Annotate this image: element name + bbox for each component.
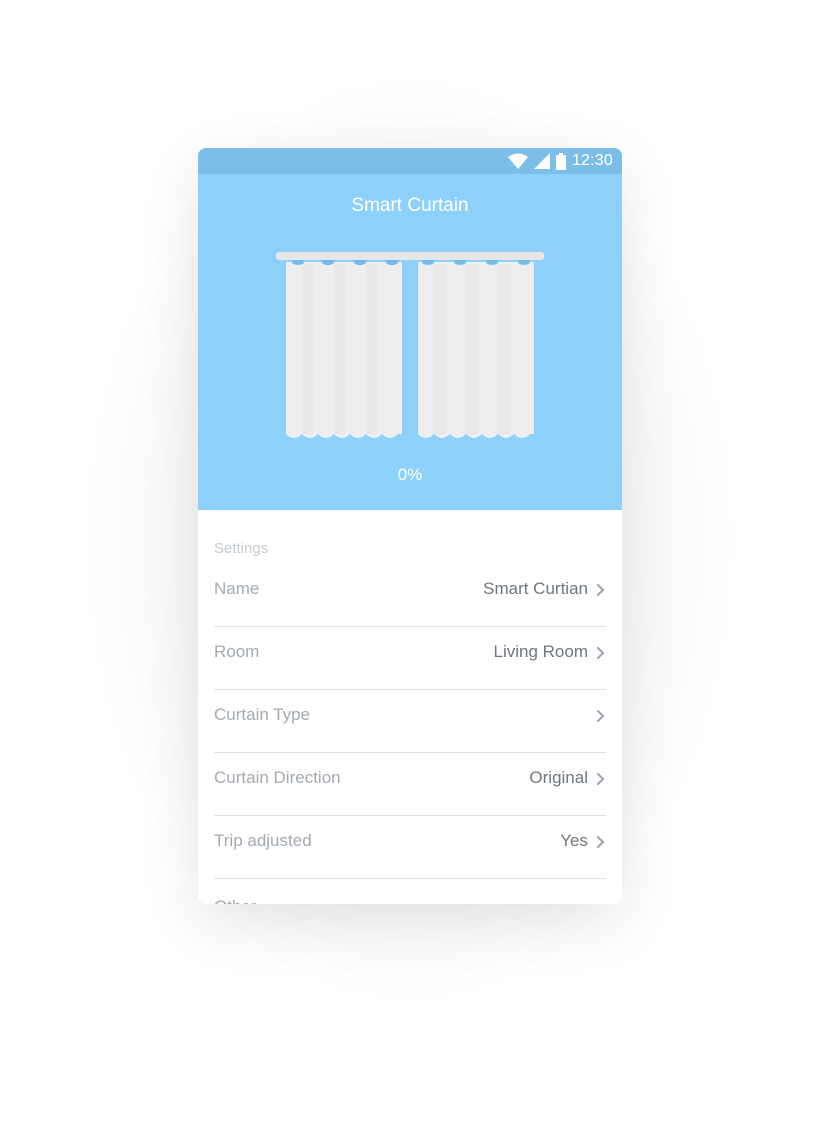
row-label: Curtain Type [214, 705, 311, 724]
open-percentage: 0% [397, 465, 423, 484]
settings-row-partial-label[interactable]: Other [214, 896, 257, 904]
chevron-right-icon [597, 647, 605, 659]
settings-row-curtain-type[interactable]: Curtain Type [214, 690, 606, 753]
battery-icon [555, 152, 566, 170]
status-icons: 12:30 [507, 152, 613, 170]
chevron-right-icon [597, 773, 605, 785]
wifi-icon [507, 153, 528, 169]
settings-row-name[interactable]: Name Smart Curtian [214, 564, 606, 627]
phone-frame: 12:30 Smart Curtain 0% Settings Name Sma… [198, 148, 622, 904]
row-label: Name [214, 579, 260, 598]
settings-row-trip-adjusted[interactable]: Trip adjusted Yes [214, 816, 606, 879]
right-curtain-panel [418, 262, 534, 438]
settings-section: Settings Name Smart Curtian Room Living … [198, 510, 622, 904]
settings-header: Settings [214, 540, 269, 557]
curtain-illustration[interactable] [276, 252, 544, 442]
chevron-right-icon [597, 584, 605, 596]
row-value: Smart Curtian [483, 579, 588, 598]
screen-background: 12:30 Smart Curtain 0% Settings Name Sma… [0, 0, 818, 1148]
status-time: 12:30 [571, 152, 613, 169]
settings-row-room[interactable]: Room Living Room [214, 627, 606, 690]
settings-row-curtain-direction[interactable]: Curtain Direction Original [214, 753, 606, 816]
curtain-control-panel: Smart Curtain 0% [198, 174, 622, 510]
app-title: Smart Curtain [351, 195, 469, 216]
row-value: Living Room [493, 642, 589, 661]
row-value: Original [529, 768, 588, 787]
row-value: Yes [560, 831, 588, 850]
row-label: Room [214, 642, 260, 661]
row-label: Curtain Direction [214, 768, 341, 787]
chevron-right-icon [597, 710, 605, 722]
curtain-rail [276, 252, 544, 260]
row-label: Trip adjusted [214, 831, 312, 850]
status-bar: 12:30 [198, 148, 622, 174]
left-curtain-panel [286, 262, 402, 438]
chevron-right-icon [597, 836, 605, 848]
cellular-signal-icon [533, 153, 550, 169]
